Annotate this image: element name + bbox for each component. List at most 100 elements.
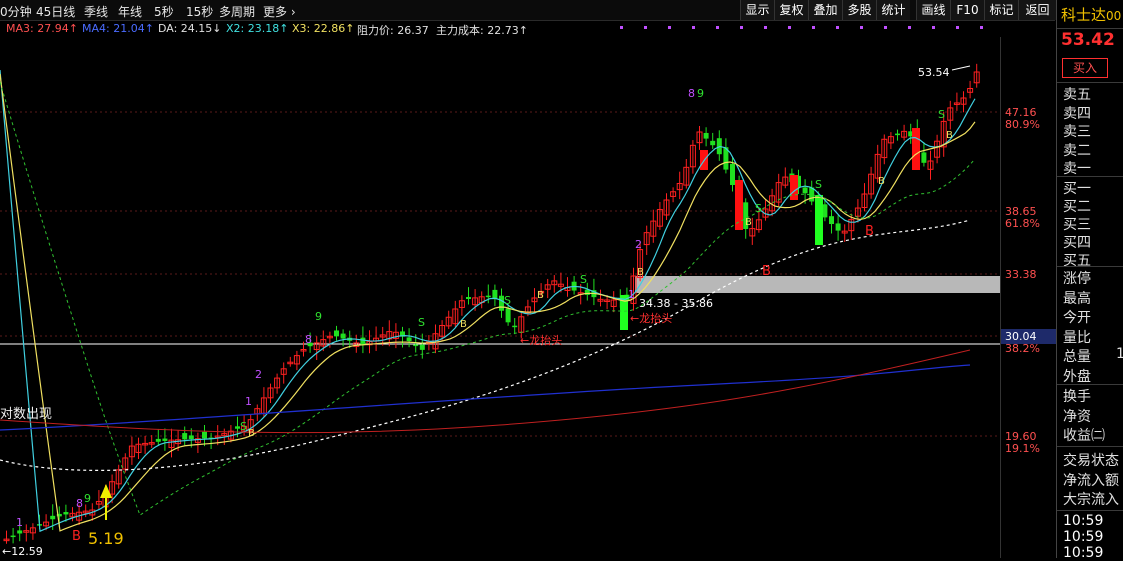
candle-body — [162, 438, 168, 441]
price-tick: 19.1% — [1005, 442, 1040, 455]
candle-body — [406, 337, 412, 342]
candle-body — [895, 133, 900, 136]
pn-sell-item: 卖四 — [1063, 105, 1091, 122]
candle-body — [413, 344, 419, 347]
candle-body — [17, 530, 23, 534]
signal-dot — [668, 26, 671, 29]
period-tab-2[interactable]: 季线 — [84, 3, 108, 20]
indicator-2: DA: 24.15↓ — [158, 22, 222, 35]
top-toolbar: 0分钟 45日线 季线 年线 5秒 15秒 多周期 更多 › 显示 复权 叠加 多股 统计 画线 F10 标记… — [0, 0, 1056, 21]
count-mark: 8 — [688, 87, 695, 100]
last-price: 53.42 — [1061, 30, 1115, 50]
candle-body — [360, 337, 366, 345]
high-price-label: 53.54 — [918, 66, 950, 79]
count-mark: 9 — [697, 87, 704, 100]
left-annotation: 对数出现 — [0, 407, 52, 422]
count-mark: 9 — [84, 492, 91, 505]
candle-body — [710, 140, 716, 146]
candle-body — [802, 187, 808, 194]
toolbar-button-5[interactable]: 画线 — [916, 0, 950, 20]
pn-stats2-item: 收益㈡ — [1063, 428, 1105, 444]
pn-buy-item: 买二 — [1063, 199, 1091, 215]
candle-body — [202, 431, 207, 439]
pn-stats2-item: 换手 — [1063, 389, 1091, 405]
resistance-band — [635, 276, 1000, 293]
kline-chart[interactable]: 53.54←12.595.1934.38 - 35.86←龙抬头←龙抬头对数出现… — [0, 37, 1000, 558]
candle-body — [419, 344, 425, 350]
total-volume-value: 1 — [1116, 346, 1123, 362]
ma-line-cyan — [0, 69, 976, 533]
buy-button[interactable]: 买入 — [1062, 58, 1108, 78]
candle-body-large — [735, 180, 743, 230]
pn-stats-item: 外盘 — [1063, 368, 1091, 385]
pn-stats3-item: 交易状态 — [1063, 453, 1119, 469]
pn-buy-item: 买五 — [1063, 253, 1091, 269]
range-label: 34.38 - 35.86 — [639, 297, 713, 310]
red-b-mark: B — [865, 224, 874, 239]
indicator-1: MA4: 21.04↑ — [82, 22, 154, 35]
ma-line-yellow — [0, 73, 976, 532]
sell-mark: S — [938, 108, 945, 121]
toolbar-button-6[interactable]: F10 — [950, 0, 984, 20]
ma-line-white-dotted — [0, 219, 971, 471]
indicator-0: MA3: 27.94↑ — [6, 22, 78, 35]
dragon-label: ←龙抬头 — [520, 333, 562, 347]
signal-dot — [716, 26, 719, 29]
toolbar-button-1[interactable]: 复权 — [774, 0, 808, 20]
dragon-label: ←龙抬头 — [630, 311, 672, 325]
count-mark: 9 — [315, 310, 322, 323]
candle-body — [50, 515, 56, 520]
period-tab-3[interactable]: 年线 — [118, 3, 142, 20]
period-tab-7[interactable]: 更多 › — [263, 3, 296, 20]
current-price-tag: 30.04 — [1001, 329, 1060, 344]
quote-panel: 科士达00 53.42 买入 卖五 卖四 卖三 卖二 卖一 买一 买二 买三 买四 买五 涨停最… — [1056, 0, 1123, 561]
stock-name: 科士达00 — [1061, 6, 1122, 24]
buy-mark: B — [637, 267, 644, 278]
sell-mark: S — [815, 178, 822, 191]
price-tick: 61.8% — [1005, 217, 1040, 230]
candle-body — [505, 308, 511, 323]
candle-body — [512, 325, 518, 328]
signal-big-label: 5.19 — [88, 529, 124, 548]
indicator-3: X2: 23.18↑ — [226, 22, 289, 35]
signal-dot — [692, 26, 695, 29]
period-tab-0[interactable]: 0分钟 — [0, 3, 32, 20]
pn-buy-item: 买三 — [1063, 217, 1091, 233]
toolbar-button-2[interactable]: 叠加 — [808, 0, 842, 20]
pn-stats-item: 今开 — [1063, 310, 1091, 326]
price-tick: 33.38 — [1005, 268, 1037, 281]
period-tab-1[interactable]: 45日线 — [36, 3, 75, 20]
signal-dot — [644, 26, 647, 29]
signal-dot — [740, 26, 743, 29]
count-mark: 8 — [76, 497, 83, 510]
signal-arrow-head — [100, 484, 112, 498]
toolbar-button-8[interactable]: 返回 — [1018, 0, 1056, 20]
signal-dot — [788, 26, 791, 29]
signal-dot — [908, 26, 911, 29]
candle-body — [485, 295, 491, 298]
period-tab-5[interactable]: 15秒 — [186, 3, 213, 20]
pn-sell-item: 卖三 — [1063, 124, 1091, 140]
pn-buy-item: 买一 — [1063, 181, 1091, 197]
period-tab-6[interactable]: 多周期 — [219, 3, 255, 20]
candle-body — [188, 435, 194, 440]
indicator-5: 阻力价: 26.37 — [357, 24, 429, 37]
toolbar-button-3[interactable]: 多股 — [842, 0, 876, 20]
period-tab-4[interactable]: 5秒 — [154, 3, 174, 20]
count-mark: 1 — [245, 395, 252, 408]
buy-mark: B — [537, 290, 544, 301]
pn-sell-item: 卖二 — [1063, 142, 1091, 159]
buy-mark: B — [878, 176, 885, 187]
toolbar-button-0[interactable]: 显示 — [740, 0, 774, 20]
signal-dot — [812, 26, 815, 29]
candle-body — [10, 535, 16, 538]
price-tick: 80.9% — [1005, 118, 1040, 131]
candle-body — [703, 132, 709, 139]
toolbar-button-4[interactable]: 统计 — [876, 0, 910, 20]
pn-sell-item: 卖五 — [1063, 87, 1091, 103]
count-mark: 2 — [255, 368, 262, 381]
candle-body — [835, 223, 841, 231]
count-mark: 1 — [628, 288, 635, 301]
toolbar-button-7[interactable]: 标记 — [984, 0, 1018, 20]
candle-body-large — [790, 175, 798, 200]
